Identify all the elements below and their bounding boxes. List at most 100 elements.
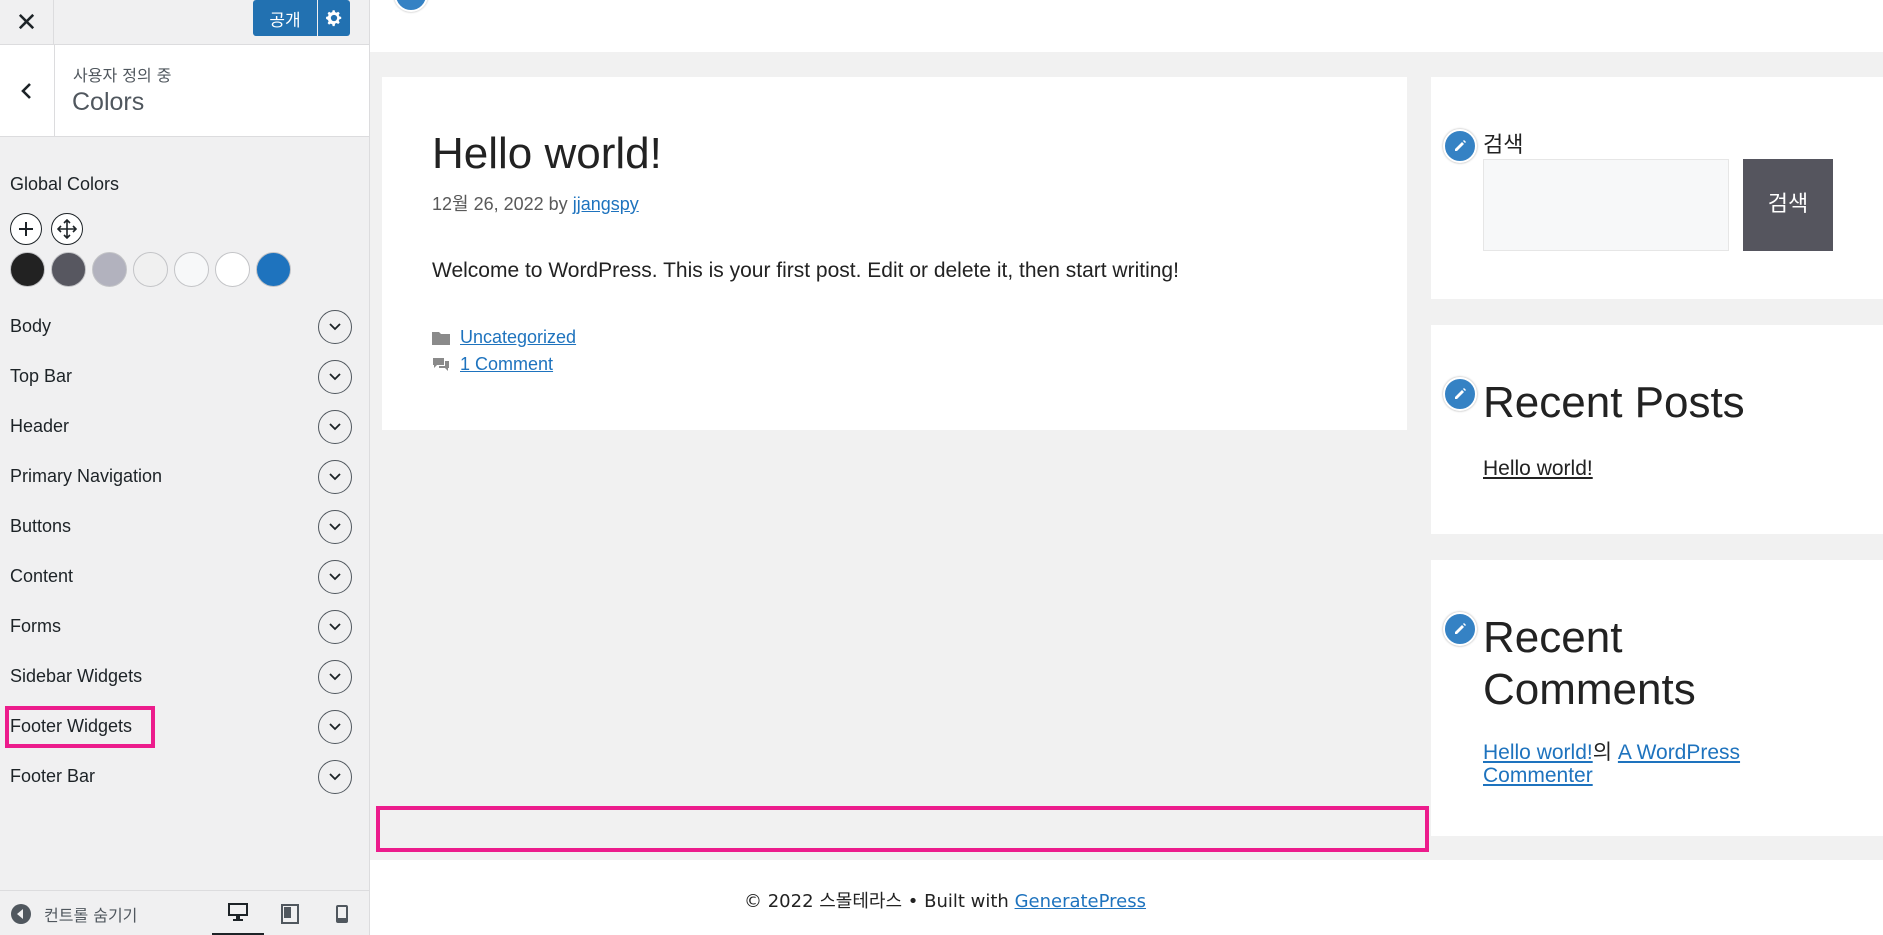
desktop-icon [228,903,248,921]
expand-section-button[interactable] [318,360,352,394]
color-swatch[interactable] [174,252,209,287]
post-date: 12월 26, 2022 [432,194,544,214]
section-title-bar: 사용자 정의 중 Colors [0,45,369,137]
recent-posts-widget: Recent Posts Hello world! [1431,325,1883,534]
preview-mobile-button[interactable] [316,891,368,935]
color-section-label: Content [10,566,74,586]
search-widget: 검색 검색 [1431,77,1883,299]
reorder-colors-button[interactable] [51,213,83,245]
chevron-down-icon [329,673,341,681]
customizer-sidebar: ✕ 공개 사용자 정의 중 Colors Global Colors Body … [0,0,370,935]
preview-tablet-button[interactable] [264,891,316,935]
folder-icon [432,332,450,345]
color-section-row[interactable]: Sidebar Widgets [0,652,369,702]
color-section-label: Footer Bar [10,766,96,786]
footer-widgets-area-highlight [376,806,1429,852]
color-section-label: Sidebar Widgets [10,666,143,686]
color-section-label: Buttons [10,516,72,536]
expand-section-button[interactable] [318,510,352,544]
footer-widgets-highlight-box [5,706,155,748]
recent-comment-item: Hello world!의 A WordPress Commenter [1483,741,1813,787]
color-section-label: Forms [10,616,61,636]
color-swatch[interactable] [133,252,168,287]
color-swatch[interactable] [10,252,45,287]
back-button[interactable] [0,45,55,136]
color-section-row[interactable]: Buttons [0,502,369,552]
tablet-icon [281,903,299,924]
header-edit-shortcut[interactable] [394,0,428,12]
publish-settings-button[interactable] [318,0,350,36]
chevron-left-icon [21,82,31,99]
post-author-link[interactable]: jjangspy [573,194,639,214]
color-section-label: Body [10,316,52,336]
category-link[interactable]: Uncategorized [460,327,576,348]
footer-prefix: © 2022 스몰테라스 • Built with [743,891,1009,912]
search-widget-edit-shortcut[interactable] [1443,129,1477,163]
expand-section-button[interactable] [318,760,352,794]
expand-section-button[interactable] [318,610,352,644]
color-section-row[interactable]: Top Bar [0,352,369,402]
post-title[interactable]: Hello world! [432,129,662,179]
recent-comment-post-link[interactable]: Hello world! [1483,741,1593,764]
site-footer: © 2022 스몰테라스 • Built with GeneratePress [370,860,1883,935]
color-section-row[interactable]: Primary Navigation [0,452,369,502]
expand-section-button[interactable] [318,410,352,444]
collapse-arrow-icon [11,903,31,924]
pencil-icon [1455,140,1466,151]
search-label: 검색 [1483,133,1524,158]
close-customizer-button[interactable]: ✕ [0,0,54,45]
pencil-icon [1455,623,1466,634]
comments-link[interactable]: 1 Comment [460,354,553,375]
customizer-header: ✕ 공개 [0,0,369,45]
add-color-button[interactable] [10,213,42,245]
hide-controls-label: 컨트롤 숨기기 [44,905,138,925]
expand-section-button[interactable] [318,560,352,594]
recent-post-link[interactable]: Hello world! [1483,457,1593,480]
chevron-down-icon [329,623,341,631]
color-section-row[interactable]: Content [0,552,369,602]
mobile-icon [336,904,348,923]
chevron-down-icon [329,473,341,481]
customizer-footer: 컨트롤 숨기기 [0,890,369,935]
chevron-down-icon [329,573,341,581]
post-article: Hello world! 12월 26, 2022 by jjangspy We… [382,77,1407,430]
post-comments: 1 Comment [432,354,553,375]
move-icon [57,219,77,239]
color-section-row[interactable]: Footer Bar [0,752,369,802]
search-input[interactable] [1483,159,1729,251]
color-swatch[interactable] [256,252,291,287]
recent-posts-title: Recent Posts [1483,378,1745,427]
chevron-down-icon [329,373,341,381]
expand-section-button[interactable] [318,660,352,694]
breadcrumb: 사용자 정의 중 [73,66,172,85]
expand-section-button[interactable] [318,460,352,494]
post-by: by [548,194,568,214]
color-swatch[interactable] [215,252,250,287]
recent-comments-widget: Recent Comments Hello world!의 A WordPres… [1431,560,1883,836]
recent-comments-title: Recent Comments [1483,613,1696,714]
recent-posts-edit-shortcut[interactable] [1443,377,1477,411]
preview-desktop-button[interactable] [212,891,264,935]
hide-controls-button[interactable]: 컨트롤 숨기기 [10,891,137,935]
recent-comments-edit-shortcut[interactable] [1443,612,1477,646]
gear-icon [326,10,342,27]
expand-section-button[interactable] [318,710,352,744]
color-swatch[interactable] [51,252,86,287]
chevron-down-icon [329,773,341,781]
publish-button[interactable]: 공개 [253,0,317,36]
color-section-row[interactable]: Header [0,402,369,452]
expand-section-button[interactable] [318,310,352,344]
comments-icon [433,357,449,371]
footer-generatepress-link[interactable]: GeneratePress [1015,891,1146,912]
search-button[interactable]: 검색 [1743,159,1833,251]
publish-label: 공개 [269,10,301,31]
post-content: Welcome to WordPress. This is your first… [432,259,1179,282]
footer-copyright: © 2022 스몰테라스 • Built with GeneratePress [370,887,1520,913]
color-section-row[interactable]: Forms [0,602,369,652]
color-swatch[interactable] [92,252,127,287]
post-category: Uncategorized [432,327,576,348]
recent-comment-joiner: 의 [1592,741,1613,764]
color-section-row[interactable]: Body [0,302,369,352]
pencil-icon [1455,388,1466,399]
chevron-down-icon [329,323,341,331]
